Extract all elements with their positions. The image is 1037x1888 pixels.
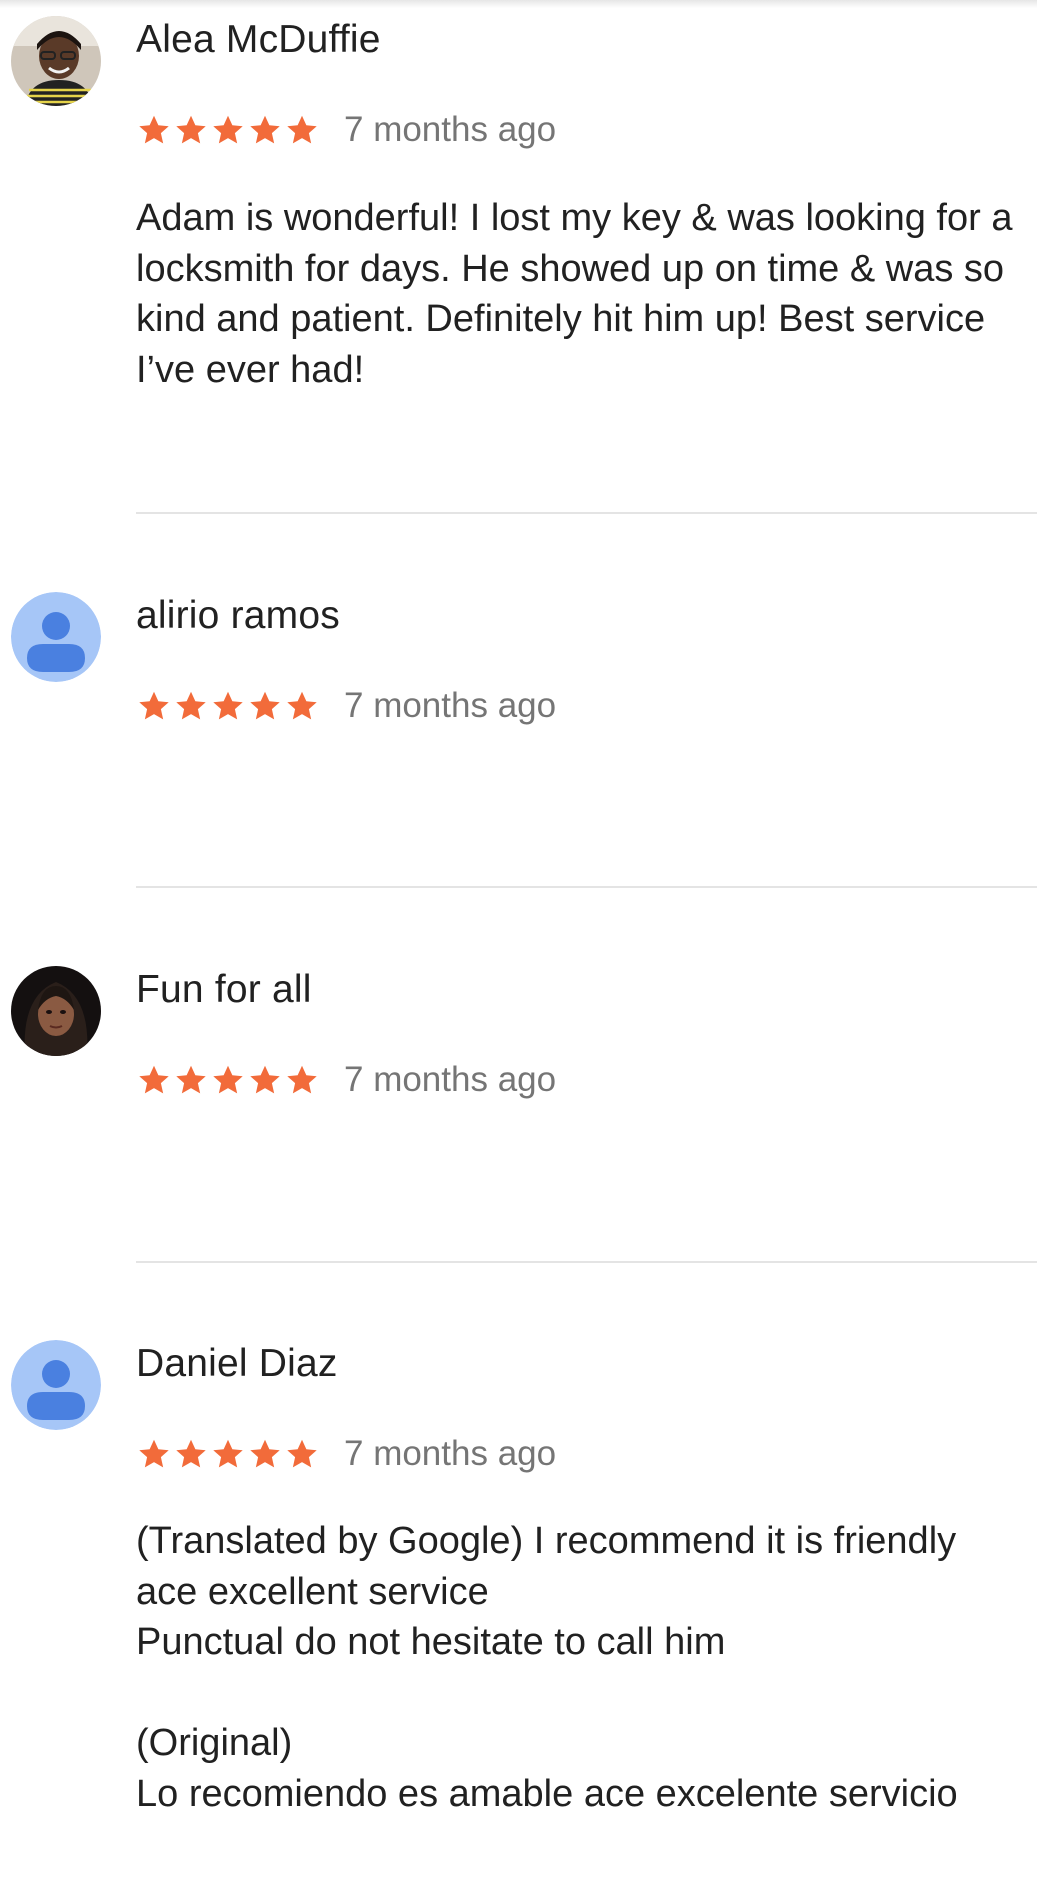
star-icon: [139, 1065, 169, 1094]
star-icon: [176, 691, 206, 720]
reviewer-name[interactable]: Daniel Diaz: [136, 1342, 338, 1386]
rating-row: 7 months ago: [136, 1060, 556, 1100]
reviewer-photo-avatar[interactable]: [11, 16, 101, 106]
star-icon: [213, 1439, 243, 1468]
reviewer-name[interactable]: Alea McDuffie: [136, 18, 381, 62]
reviewer-name[interactable]: Fun for all: [136, 968, 312, 1012]
review-text: Adam is wonderful! I lost my key & was l…: [136, 197, 1013, 391]
star-icon: [250, 1439, 280, 1468]
star-icon: [287, 1065, 317, 1094]
star-icon: [287, 1439, 317, 1468]
reviewer-photo-avatar[interactable]: [11, 966, 101, 1056]
review-time: 7 months ago: [344, 1060, 557, 1099]
default-person-avatar[interactable]: [11, 592, 101, 682]
reviewer-name[interactable]: alirio ramos: [136, 594, 340, 638]
star-icon: [176, 1439, 206, 1468]
star-icon: [176, 1065, 206, 1094]
star-icon: [287, 115, 317, 144]
star-rating: [136, 112, 320, 148]
star-icon: [213, 1065, 243, 1094]
review-text: (Translated by Google) I recommend it is…: [136, 1520, 958, 1815]
default-person-avatar[interactable]: [11, 1340, 101, 1430]
star-icon: [213, 691, 243, 720]
star-rating: [136, 688, 320, 724]
review-divider: [136, 512, 1037, 514]
review-divider: [136, 1261, 1037, 1263]
star-icon: [250, 1065, 280, 1094]
star-rating: [136, 1062, 320, 1098]
star-rating: [136, 1436, 320, 1472]
star-icon: [287, 691, 317, 720]
rating-row: 7 months ago: [136, 1434, 556, 1474]
review-divider: [136, 886, 1037, 888]
star-icon: [139, 691, 169, 720]
top-edge-shadow: [0, 0, 1037, 8]
star-icon: [250, 115, 280, 144]
star-icon: [139, 115, 169, 144]
rating-row: 7 months ago: [136, 686, 556, 726]
star-icon: [213, 115, 243, 144]
review-time: 7 months ago: [344, 110, 557, 149]
star-icon: [250, 691, 280, 720]
star-icon: [139, 1439, 169, 1468]
review-time: 7 months ago: [344, 686, 557, 725]
rating-row: 7 months ago: [136, 110, 556, 150]
review-time: 7 months ago: [344, 1434, 557, 1473]
star-icon: [176, 115, 206, 144]
